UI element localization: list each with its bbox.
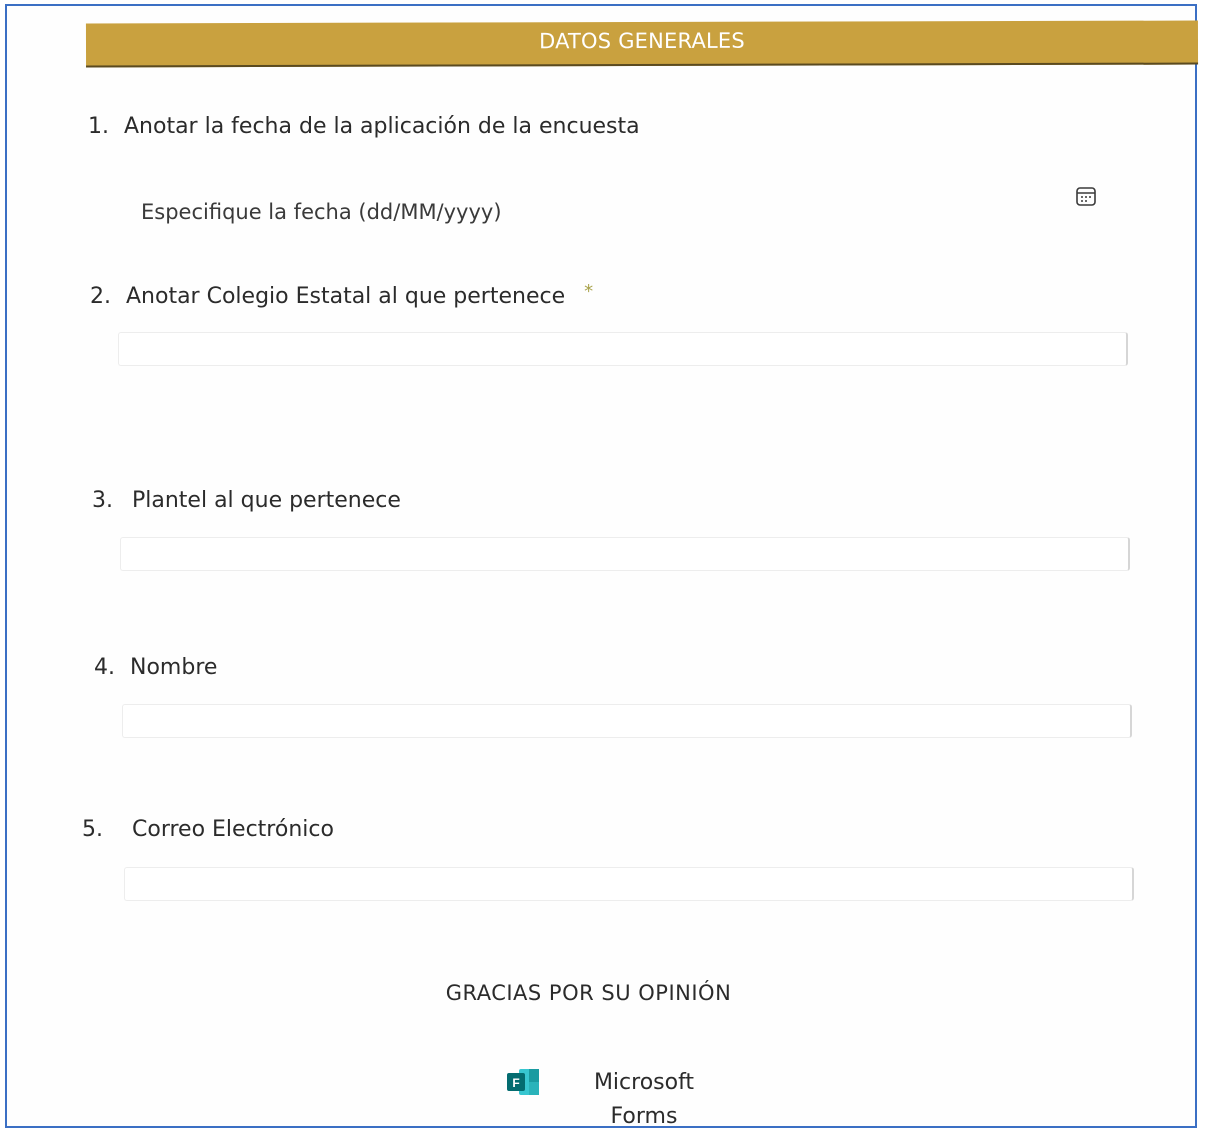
- plantel-input[interactable]: [120, 537, 1130, 571]
- question-label: Anotar Colegio Estatal al que pertenece: [126, 284, 566, 309]
- question-number: 3.: [92, 488, 113, 513]
- question-number: 1.: [88, 114, 109, 139]
- nombre-input[interactable]: [122, 704, 1132, 738]
- correo-input[interactable]: [124, 867, 1134, 901]
- svg-text:F: F: [512, 1076, 519, 1090]
- colegio-input[interactable]: [118, 332, 1128, 366]
- question-label: Correo Electrónico: [132, 817, 334, 842]
- thanks-message: GRACIAS POR SU OPINIÓN: [445, 981, 732, 1005]
- brand-line-1: Microsoft: [593, 1070, 695, 1095]
- question-1: 1. Anotar la fecha de la aplicación de l…: [88, 114, 640, 139]
- calendar-icon[interactable]: [1075, 185, 1097, 207]
- question-number: 2.: [90, 284, 111, 309]
- brand-line-2: Forms: [610, 1104, 678, 1129]
- question-label: Nombre: [130, 655, 218, 680]
- question-2: 2. Anotar Colegio Estatal al que pertene…: [90, 281, 593, 309]
- microsoft-forms-logo: F: [507, 1069, 539, 1095]
- question-number: 5.: [82, 817, 103, 842]
- question-4: 4. Nombre: [94, 655, 217, 680]
- date-input[interactable]: Especifique la fecha (dd/MM/yyyy): [118, 178, 1118, 238]
- question-label: Plantel al que pertenece: [132, 488, 401, 513]
- section-header: DATOS GENERALES: [85, 20, 1199, 68]
- required-mark: *: [584, 281, 594, 302]
- question-3: 3. Plantel al que pertenece: [92, 488, 401, 513]
- question-number: 4.: [94, 655, 115, 680]
- brand-name: Microsoft Forms: [586, 1066, 702, 1134]
- date-placeholder: Especifique la fecha (dd/MM/yyyy): [141, 200, 502, 224]
- question-5: 5. Correo Electrónico: [82, 817, 334, 842]
- section-title: DATOS GENERALES: [539, 28, 745, 54]
- question-label: Anotar la fecha de la aplicación de la e…: [124, 114, 640, 139]
